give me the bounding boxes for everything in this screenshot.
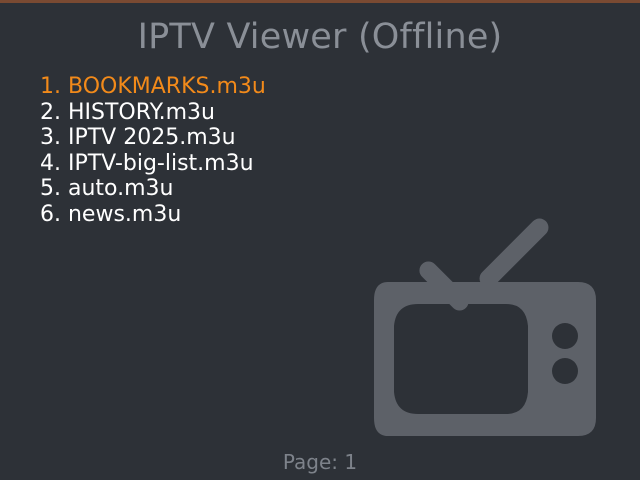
page-indicator: Page: 1 [282, 450, 358, 474]
playlist-item-history[interactable]: 2. HISTORY.m3u [40, 100, 266, 126]
playlist-item-iptv-big-list[interactable]: 4. IPTV-big-list.m3u [40, 151, 266, 177]
playlist-item-bookmarks[interactable]: 1. BOOKMARKS.m3u [40, 74, 266, 100]
top-border [0, 0, 640, 3]
playlist-item-auto[interactable]: 5. auto.m3u [40, 176, 266, 202]
app-screen: IPTV Viewer (Offline) 1. BOOKMARKS.m3u 2… [0, 0, 640, 480]
app-title: IPTV Viewer (Offline) [137, 17, 503, 57]
playlist-list: 1. BOOKMARKS.m3u 2. HISTORY.m3u 3. IPTV … [40, 74, 266, 227]
playlist-item-iptv-2025[interactable]: 3. IPTV 2025.m3u [40, 125, 266, 151]
playlist-item-news[interactable]: 6. news.m3u [40, 202, 266, 228]
tv-icon [374, 218, 596, 436]
